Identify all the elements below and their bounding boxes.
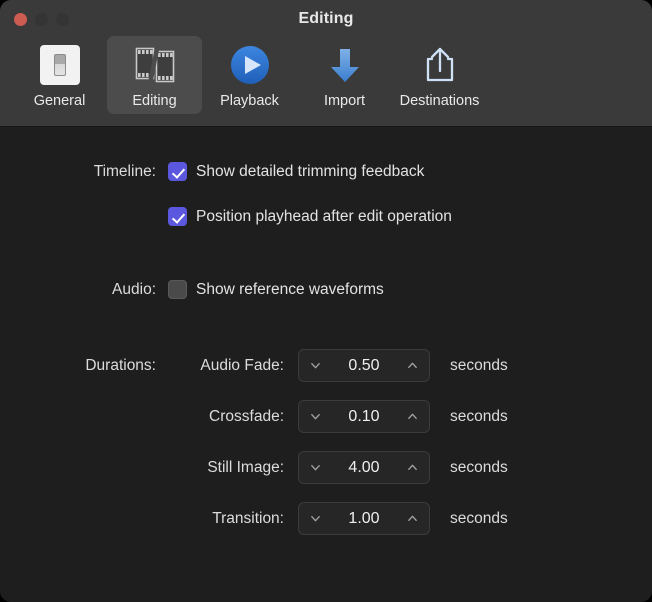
audio-label: Audio: [112,280,156,298]
audio-fade-stepper[interactable]: 0.50 [298,349,430,382]
audio-fade-unit: seconds [450,356,508,374]
tab-general[interactable]: General [12,36,107,114]
chevron-down-icon[interactable] [310,411,321,422]
transition-value[interactable]: 1.00 [321,510,407,528]
crossfade-value[interactable]: 0.10 [321,408,407,426]
audio-row: Audio: Show reference waveforms [50,280,384,299]
chevron-down-icon[interactable] [310,462,321,473]
preferences-window: Editing General Editing Playback Import … [0,0,652,602]
share-box-icon [415,42,465,88]
checkbox-show-reference-waveforms[interactable]: Show reference waveforms [168,280,384,299]
chevron-up-icon[interactable] [407,513,418,524]
checkbox-label: Show detailed trimming feedback [196,162,425,180]
still-image-unit: seconds [450,458,508,476]
checkbox-position-playhead-after-edit-operation[interactable]: Position playhead after edit operation [168,207,452,226]
checkbox-show-detailed-trimming-feedback[interactable]: Show detailed trimming feedback [168,162,424,181]
checkbox-indicator[interactable] [168,280,187,299]
checkbox-label: Show reference waveforms [196,280,384,298]
preferences-content: Timeline: Show detailed trimming feedbac… [0,127,652,602]
tab-destinations[interactable]: Destinations [392,36,487,114]
crossfade-stepper[interactable]: 0.10 [298,400,430,433]
durations-row-crossfade: Crossfade: 0.10 seconds [50,400,508,433]
crossfade-label: Crossfade: [209,407,284,425]
transition-label: Transition: [212,509,284,527]
durations-label: Durations: [85,356,156,374]
timeline-row-1: Timeline: Show detailed trimming feedbac… [50,162,424,181]
chevron-up-icon[interactable] [407,360,418,371]
still-image-value[interactable]: 4.00 [321,459,407,477]
audio-fade-value[interactable]: 0.50 [321,357,407,375]
tab-playback-label: Playback [220,93,279,109]
tab-import-label: Import [323,93,366,109]
timeline-label: Timeline: [93,162,156,180]
checkbox-label: Position playhead after edit operation [196,207,452,225]
durations-row-audio-fade: Durations: Audio Fade: 0.50 seconds [50,349,508,382]
checkbox-indicator[interactable] [168,162,187,181]
toolbar-tabs: General Editing Playback Import Destinat… [12,36,487,114]
window-title: Editing [298,10,354,27]
transition-stepper[interactable]: 1.00 [298,502,430,535]
chevron-up-icon[interactable] [407,411,418,422]
chevron-down-icon[interactable] [310,360,321,371]
still-image-label: Still Image: [207,458,284,476]
tab-editing-label: Editing [132,93,177,109]
still-image-stepper[interactable]: 4.00 [298,451,430,484]
transition-unit: seconds [450,509,508,527]
tab-editing[interactable]: Editing [107,36,202,114]
tab-general-label: General [33,93,86,109]
crossfade-unit: seconds [450,407,508,425]
tab-destinations-label: Destinations [399,93,480,109]
durations-row-transition: Transition: 1.00 seconds [50,502,508,535]
download-arrow-icon [320,42,370,88]
chevron-down-icon[interactable] [310,513,321,524]
tab-playback[interactable]: Playback [202,36,297,114]
film-strips-icon [130,42,180,88]
light-switch-icon [35,42,85,88]
window-toolbar: Editing General Editing Playback Import … [0,0,652,127]
durations-row-still-image: Still Image: 4.00 seconds [50,451,508,484]
play-circle-icon [225,42,275,88]
checkbox-indicator[interactable] [168,207,187,226]
tab-import[interactable]: Import [297,36,392,114]
chevron-up-icon[interactable] [407,462,418,473]
timeline-row-2: Position playhead after edit operation [50,207,452,226]
audio-fade-label: Audio Fade: [200,356,284,374]
